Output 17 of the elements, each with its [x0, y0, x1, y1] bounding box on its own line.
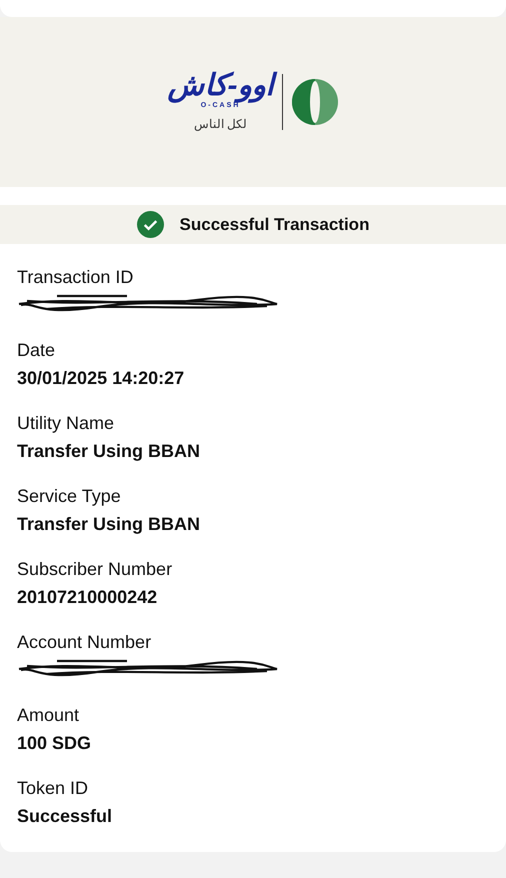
field-label: Service Type [17, 485, 122, 507]
field-value: 20107210000242 [17, 586, 158, 608]
logo-icon [290, 78, 338, 126]
field-value: Transfer Using BBAN [17, 440, 202, 462]
field-label: Utility Name [17, 412, 116, 434]
logo-tagline: لكل الناس [194, 116, 248, 134]
field-label: Token ID [17, 777, 90, 799]
field-label: Amount [17, 704, 80, 726]
field-label: Account Number [17, 631, 152, 653]
field-value: 30/01/2025 14:20:27 [17, 367, 186, 389]
field-value: Transfer Using BBAN [17, 513, 202, 535]
field-value: Successful [17, 805, 114, 827]
field-label: Subscriber Number [17, 558, 174, 580]
status-text: Successful Transaction [180, 214, 370, 236]
field-label: Transaction ID [17, 266, 134, 288]
field-label: Date [17, 339, 56, 361]
field-value: 100 SDG [17, 732, 92, 754]
